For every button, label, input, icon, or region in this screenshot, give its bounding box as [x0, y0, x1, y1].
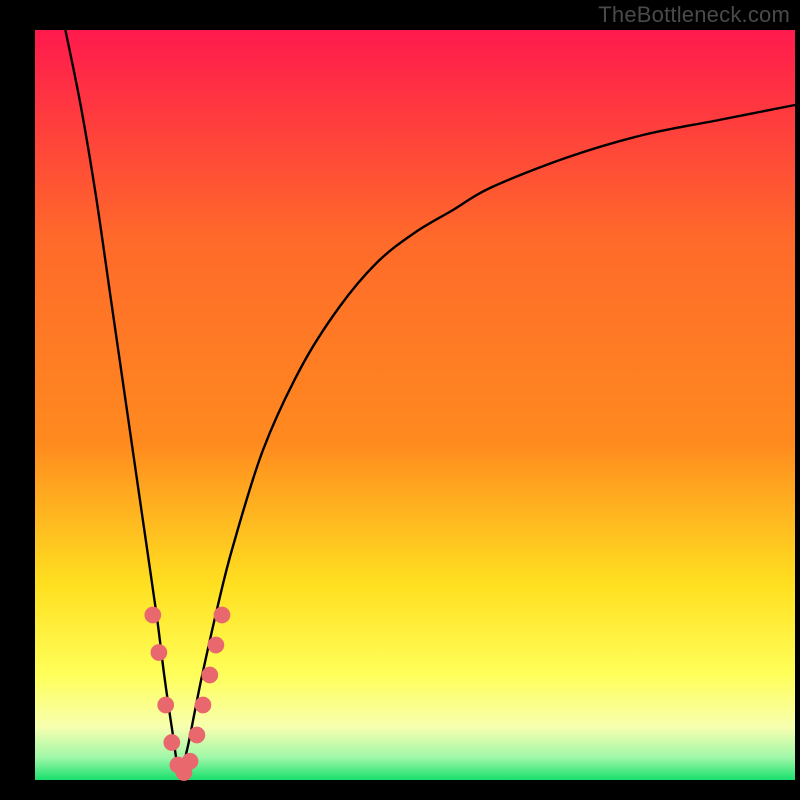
curve-marker [182, 753, 199, 770]
curve-marker [189, 727, 206, 744]
curve-marker [208, 637, 225, 654]
bottleneck-chart [0, 0, 800, 800]
plot-background [35, 30, 795, 780]
watermark-text: TheBottleneck.com [598, 2, 790, 28]
curve-marker [157, 697, 174, 714]
curve-marker [214, 607, 231, 624]
curve-marker [151, 644, 168, 661]
curve-marker [201, 667, 218, 684]
curve-marker [195, 697, 212, 714]
chart-frame: TheBottleneck.com [0, 0, 800, 800]
curve-marker [144, 607, 161, 624]
curve-marker [163, 734, 180, 751]
